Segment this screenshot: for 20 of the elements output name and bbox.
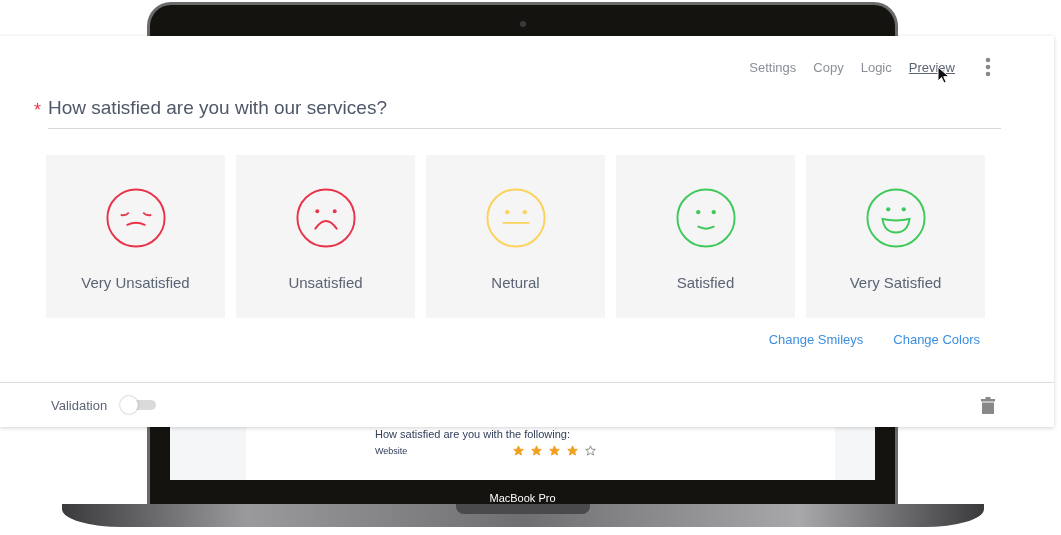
toolbar-link[interactable]: Copy [813, 59, 844, 75]
rating-option[interactable]: Very Unsatisfied [46, 155, 225, 318]
more-menu-icon[interactable] [985, 57, 991, 77]
required-asterisk: * [34, 100, 41, 121]
rating-option[interactable]: Very Satisfied [806, 155, 985, 318]
trash-icon[interactable] [981, 396, 995, 414]
action-link[interactable]: Change Colors [893, 332, 980, 348]
toolbar-link[interactable]: Settings [749, 59, 797, 75]
laptop-brand-label: MacBook Pro [488, 492, 557, 504]
toolbar-link[interactable]: Logic [860, 59, 892, 75]
question-title: How satisfied are you with our services? [48, 97, 388, 119]
action-link[interactable]: Change Smileys [768, 332, 864, 348]
toolbar-link[interactable]: Preview [908, 59, 955, 75]
rating-option[interactable]: Unsatisfied [236, 155, 415, 318]
camera-icon [520, 21, 526, 27]
survey-question: How satisfied are you with the following: [375, 428, 572, 440]
row-label: Website [375, 445, 409, 456]
validation-label: Validation [51, 397, 108, 413]
rating-option[interactable]: Netural [426, 155, 605, 318]
rating-option[interactable]: Satisfied [616, 155, 795, 318]
